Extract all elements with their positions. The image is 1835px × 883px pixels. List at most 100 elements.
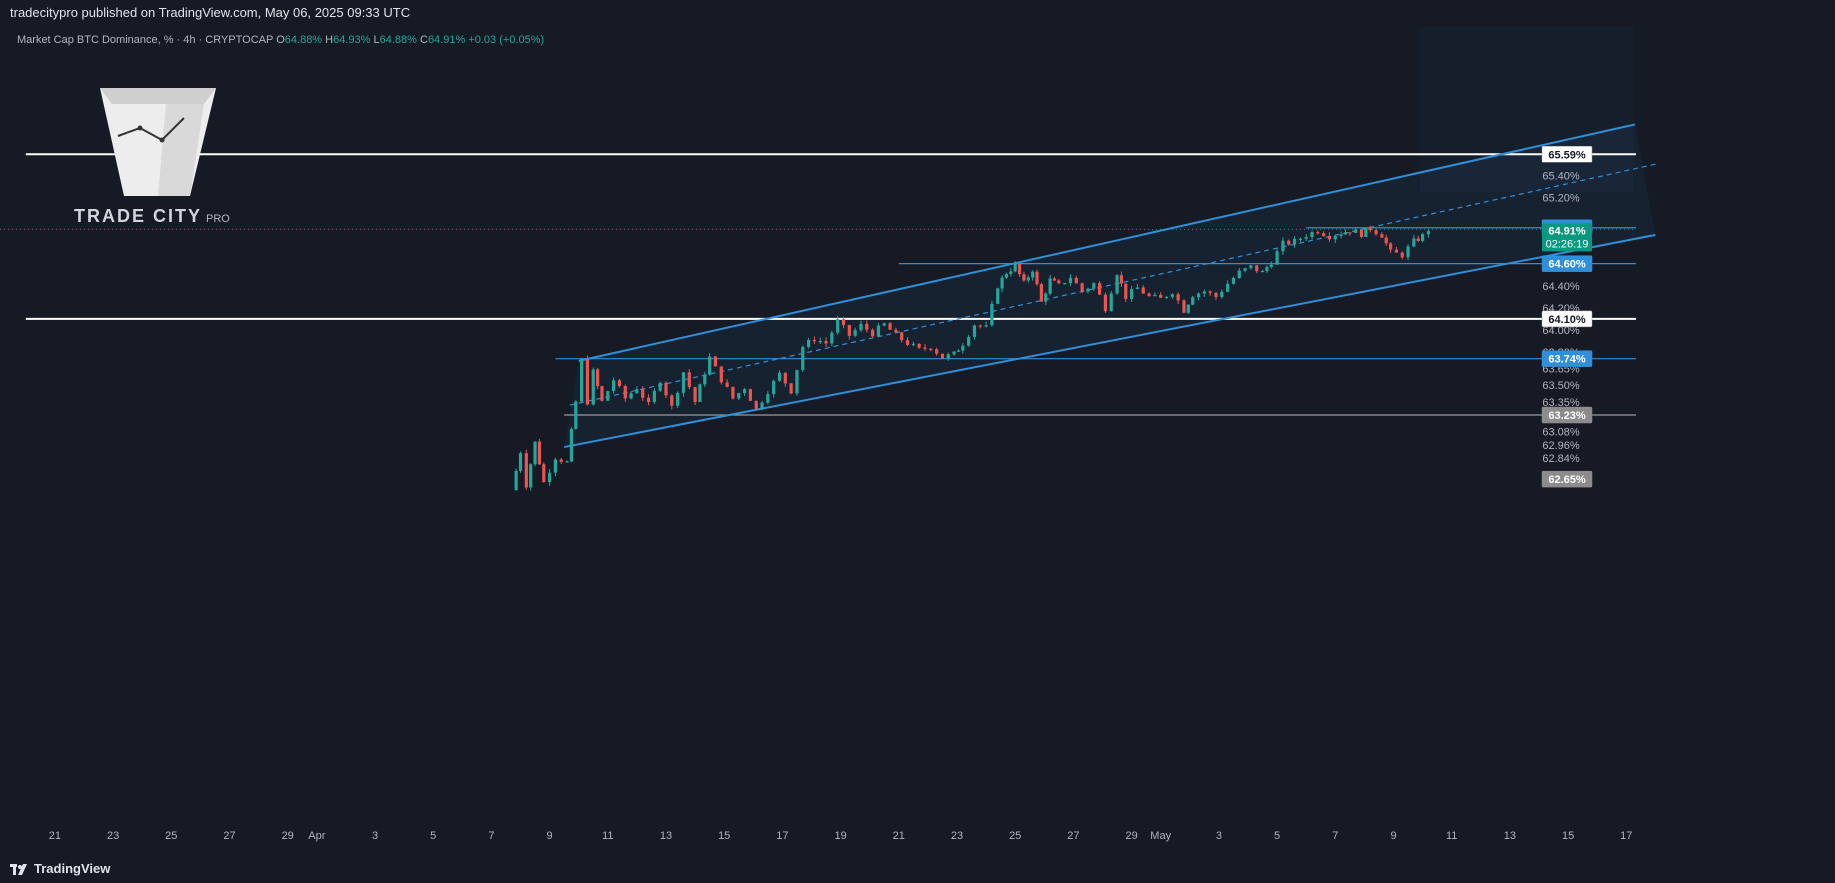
candle-body [1292, 238, 1297, 245]
candle-body [1343, 232, 1348, 235]
candle-body [1348, 232, 1352, 234]
candle-body [1191, 297, 1195, 305]
footer-bar: TradingView [0, 855, 1835, 883]
candle-body [703, 374, 707, 385]
candle-body [1388, 243, 1393, 250]
candle-body [737, 393, 741, 399]
candle-body [681, 372, 686, 393]
x-tick-label: 19 [834, 830, 846, 842]
candle-body [1243, 268, 1247, 271]
candle-body [664, 382, 668, 396]
candle-body [961, 345, 965, 351]
candle-body [742, 389, 747, 394]
candle-body [698, 384, 702, 402]
candle-body [1086, 288, 1090, 292]
candle-body [967, 336, 971, 346]
candle-body [1364, 227, 1368, 238]
candle-body [1359, 229, 1364, 238]
candle-body [1035, 271, 1039, 285]
candle-body [1164, 296, 1169, 299]
candle-body [841, 319, 846, 326]
x-tick-label: 17 [1620, 830, 1632, 842]
candle-body [1130, 289, 1134, 300]
candle-body [617, 380, 622, 387]
x-tick-label: 3 [1216, 830, 1222, 842]
candle-body [1327, 235, 1332, 240]
candle-body [1000, 277, 1004, 289]
candle-body [574, 401, 578, 429]
candle-body [529, 464, 533, 488]
candle-body [972, 325, 977, 337]
candle-body [1269, 264, 1273, 267]
candle-body [1255, 265, 1259, 272]
x-tick-label: May [1150, 830, 1171, 842]
x-tick-label: 29 [282, 830, 294, 842]
x-tick-label: 5 [430, 830, 436, 842]
candle-body [719, 366, 723, 383]
logo-text: TRADE CITY [74, 206, 202, 226]
candle-body [940, 353, 945, 359]
candle-body [1384, 237, 1388, 244]
price-label-text: 63.74% [1548, 354, 1586, 366]
x-tick-label: 27 [223, 830, 235, 842]
candle-body [1202, 291, 1206, 294]
candle-body [1141, 287, 1145, 294]
x-tick-label: Apr [308, 830, 325, 842]
candle-body [731, 386, 735, 399]
candle-body [806, 339, 811, 347]
x-tick-label: 23 [951, 830, 963, 842]
candle-body [646, 397, 651, 402]
footer-brand: TradingView [34, 861, 111, 876]
x-tick-label: 5 [1274, 830, 1280, 842]
symbol-name: Market Cap BTC Dominance, % · 4h · CRYPT… [17, 34, 274, 46]
candle-body [882, 323, 886, 326]
y-tick-label: 62.84% [1542, 453, 1580, 465]
candle-body [1406, 246, 1410, 258]
y-tick-label: 62.96% [1542, 440, 1580, 452]
candle-body [1176, 294, 1180, 301]
candle-body [1374, 230, 1378, 235]
candle-body [548, 472, 552, 483]
logo-wordmark: TRADE CITY PRO [74, 206, 230, 227]
logo-suffix: PRO [206, 213, 230, 225]
x-tick-label: 29 [1125, 830, 1137, 842]
candle-body [518, 453, 523, 471]
candle-body [772, 380, 776, 394]
candle-body [777, 372, 782, 381]
candle-body [1074, 277, 1078, 284]
price-chart[interactable]: 65.40%65.20%64.80%64.40%64.20%64.00%63.8… [0, 26, 1835, 855]
candle-body [1068, 277, 1073, 284]
current-price-text: 64.91% [1548, 225, 1586, 237]
x-tick-label: 21 [49, 830, 61, 842]
x-tick-label: 25 [1009, 830, 1021, 842]
candle-body [853, 330, 857, 336]
candle-body [1416, 238, 1420, 241]
x-tick-label: 9 [1390, 830, 1396, 842]
candle-body [984, 325, 988, 327]
candle-body [900, 332, 904, 341]
candle-body [795, 369, 799, 394]
candle-body [946, 354, 950, 359]
candle-body [1265, 266, 1269, 271]
candle-body [905, 340, 910, 345]
candle-body [1316, 232, 1320, 234]
published-header: tradecitypro published on TradingView.co… [0, 0, 1835, 26]
candle-body [783, 372, 787, 384]
candle-body [1182, 300, 1186, 313]
candle-body [766, 393, 770, 403]
close-label: C [419, 34, 428, 46]
candle-body [1394, 249, 1399, 253]
candle-body [606, 391, 610, 401]
x-tick-label: 27 [1067, 830, 1079, 842]
candle-body [693, 387, 697, 402]
candle-body [1097, 283, 1102, 295]
candle-body [585, 359, 590, 405]
candle-body [1368, 227, 1372, 231]
candle-body [1013, 263, 1017, 272]
y-tick-label: 63.50% [1542, 380, 1580, 392]
candle-body [1022, 274, 1026, 281]
candle-body [658, 382, 662, 391]
candle-body [1196, 293, 1201, 298]
candle-body [559, 459, 563, 462]
candle-body [978, 325, 982, 327]
